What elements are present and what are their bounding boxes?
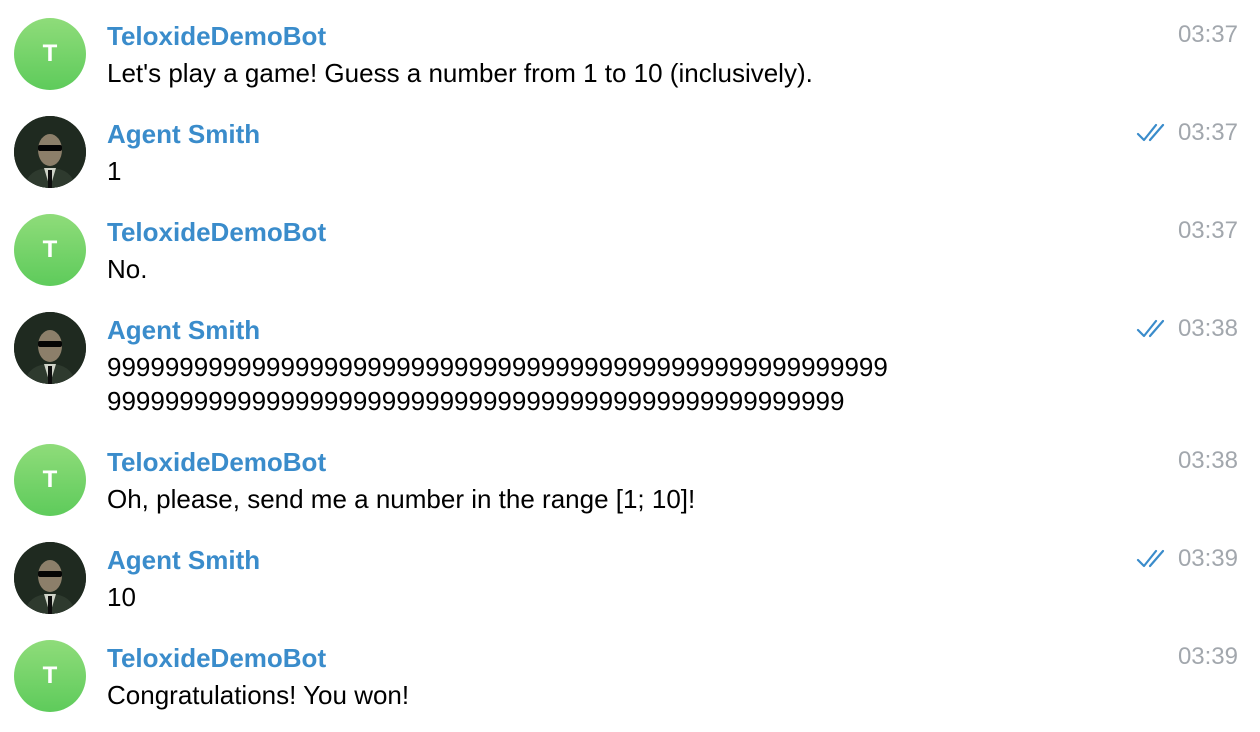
sender-name[interactable]: TeloxideDemoBot [107, 19, 326, 53]
message-line: 1 [107, 156, 122, 186]
message-meta: 03:39 [1136, 542, 1238, 576]
bot-avatar[interactable]: T [14, 214, 86, 286]
sender-name[interactable]: TeloxideDemoBot [107, 445, 326, 479]
sender-name[interactable]: TeloxideDemoBot [107, 641, 326, 675]
message-text: No. [107, 252, 147, 286]
sender-name[interactable]: Agent Smith [107, 117, 260, 151]
message-line: 10 [107, 582, 136, 612]
message-time: 03:38 [1177, 315, 1238, 342]
message-meta: 03:38 [1136, 312, 1238, 346]
message-text: Let's play a game! Guess a number from 1… [107, 56, 813, 90]
message-text: 1 [107, 154, 121, 188]
message[interactable]: T TeloxideDemoBot 03:39 Congratulations!… [0, 640, 1260, 720]
message-meta: 03:37 [1178, 18, 1238, 52]
bot-avatar[interactable]: T [14, 640, 86, 712]
sender-name[interactable]: Agent Smith [107, 313, 260, 347]
agent-smith-avatar-icon [14, 312, 86, 384]
message-line: 9999999999999999999999999999999999999999… [107, 352, 888, 382]
message-meta: 03:39 [1178, 640, 1238, 674]
double-check-icon [1136, 318, 1168, 340]
message-line: 9999999999999999999999999999999999999999… [107, 386, 845, 416]
avatar-letter: T [42, 662, 58, 689]
message-time: 03:39 [1177, 545, 1238, 572]
message[interactable]: Agent Smith 03:37 1 [0, 116, 1260, 196]
message-line: No. [107, 254, 148, 284]
agent-smith-avatar-icon [14, 542, 86, 614]
avatar-letter: T [42, 40, 58, 67]
message-line: Congratulations! You won! [107, 680, 410, 710]
sender-name[interactable]: TeloxideDemoBot [107, 215, 326, 249]
avatar-letter: T [42, 466, 58, 493]
double-check-icon [1136, 548, 1168, 570]
message[interactable]: Agent Smith 03:39 10 [0, 542, 1260, 622]
double-check-icon [1136, 122, 1168, 144]
message-text: 10 [107, 580, 136, 614]
chat-history: T TeloxideDemoBot 03:37 Let's play a gam… [0, 0, 1260, 732]
user-avatar[interactable] [14, 116, 86, 188]
message-time: 03:39 [1177, 643, 1238, 670]
agent-smith-avatar-icon [14, 116, 86, 188]
message[interactable]: T TeloxideDemoBot 03:37 Let's play a gam… [0, 18, 1260, 98]
bot-avatar[interactable]: T [14, 18, 86, 90]
message[interactable]: Agent Smith 03:38 9999999999999999999999… [0, 312, 1260, 422]
user-avatar[interactable] [14, 542, 86, 614]
message-text: 9999999999999999999999999999999999999999… [107, 350, 888, 418]
message-time: 03:37 [1177, 119, 1238, 146]
bot-avatar[interactable]: T [14, 444, 86, 516]
message-line: Oh, please, send me a number in the rang… [107, 484, 696, 514]
avatar-letter: T [42, 236, 58, 263]
message-time: 03:37 [1177, 21, 1238, 48]
message-meta: 03:37 [1178, 214, 1238, 248]
message-text: Oh, please, send me a number in the rang… [107, 482, 695, 516]
user-avatar[interactable] [14, 312, 86, 384]
message-line: Let's play a game! Guess a number from 1… [107, 58, 813, 88]
sender-name[interactable]: Agent Smith [107, 543, 260, 577]
message-time: 03:38 [1177, 447, 1238, 474]
message-text: Congratulations! You won! [107, 678, 409, 712]
message-meta: 03:37 [1136, 116, 1238, 150]
message-time: 03:37 [1177, 217, 1238, 244]
message-meta: 03:38 [1178, 444, 1238, 478]
message[interactable]: T TeloxideDemoBot 03:37 No. [0, 214, 1260, 294]
message[interactable]: T TeloxideDemoBot 03:38 Oh, please, send… [0, 444, 1260, 524]
